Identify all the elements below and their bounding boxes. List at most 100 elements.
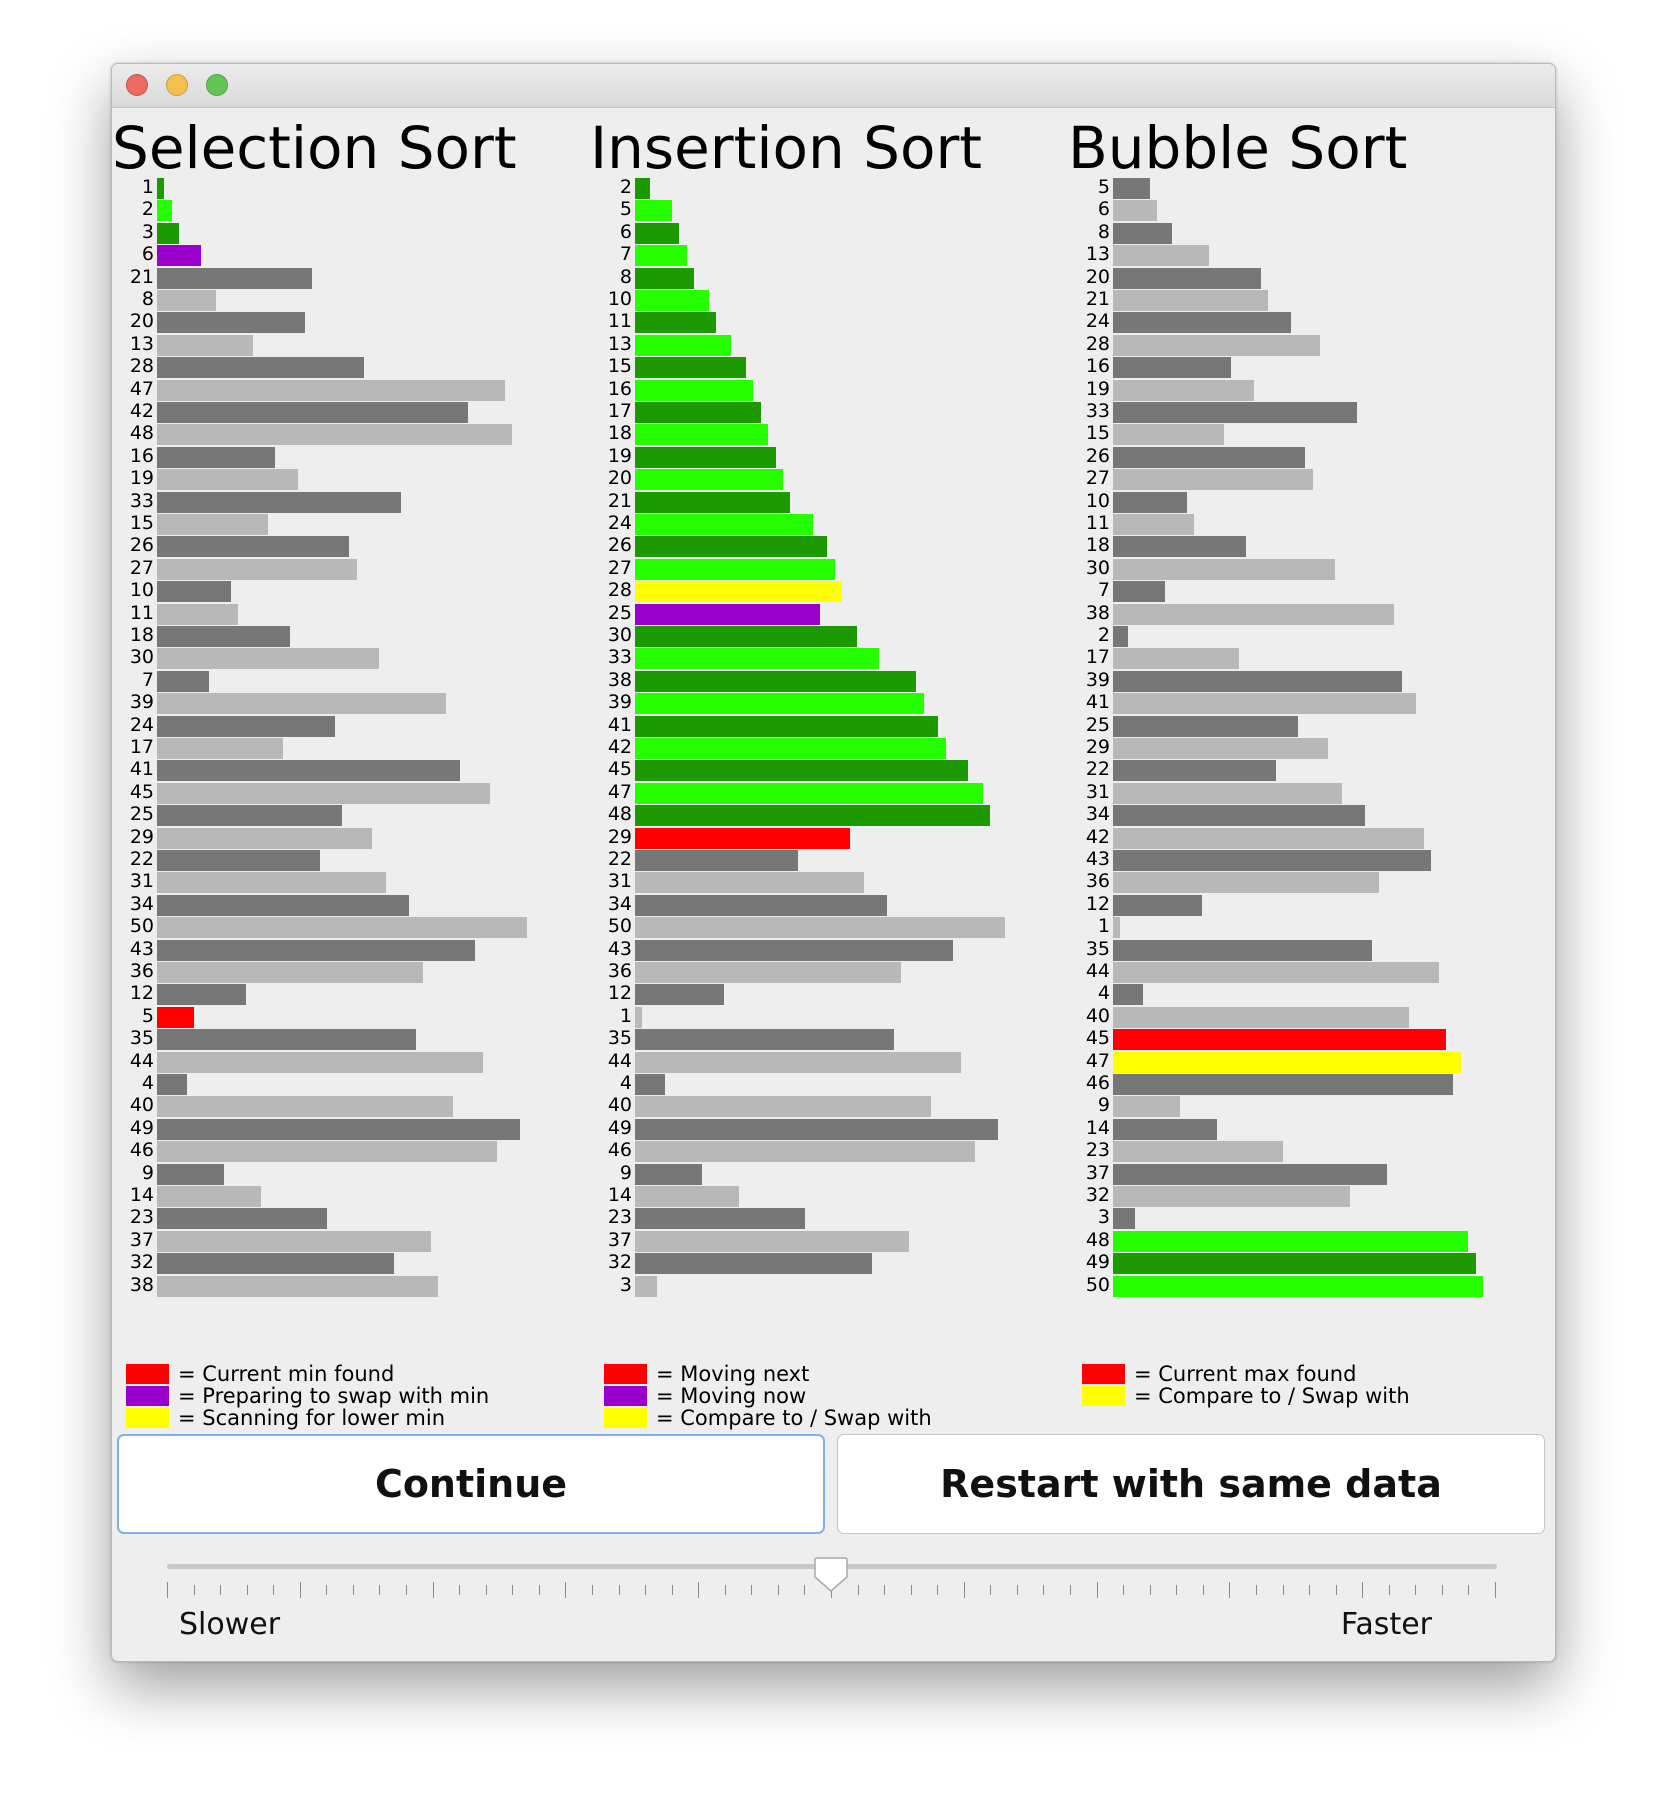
continue-button[interactable]: Continue <box>117 1434 825 1534</box>
slider-tick <box>964 1582 965 1598</box>
slider-tick <box>459 1585 460 1595</box>
bar <box>157 357 365 379</box>
row-label: 23 <box>1085 1139 1110 1162</box>
bar <box>1113 222 1173 244</box>
bar <box>1113 603 1395 625</box>
bar <box>1113 715 1298 737</box>
row-label: 41 <box>607 713 632 736</box>
insertion-sort-panel: Insertion Sort 2 5 6 7 8 10 11 13 15 16 17 18 19 20 21… <box>590 108 1070 1463</box>
bar <box>635 603 820 625</box>
app-window: Selection Sort 1 2 3 6 21 8 20 13 28 47 42 48 16 19 33… <box>111 63 1556 1662</box>
row-label: 34 <box>129 892 154 915</box>
close-window-icon[interactable] <box>126 74 148 96</box>
row-label: 9 <box>141 1161 154 1184</box>
bar <box>157 514 268 535</box>
row-label: 15 <box>129 512 154 534</box>
bar <box>1113 760 1276 782</box>
bar <box>635 872 865 894</box>
zoom-window-icon[interactable] <box>206 74 228 96</box>
row-label: 5 <box>1097 176 1110 198</box>
speed-slider[interactable]: Slower Faster <box>167 1557 1502 1642</box>
legend-item: = Current min found <box>126 1363 566 1385</box>
slider-tick <box>1017 1585 1018 1595</box>
bar <box>157 760 461 782</box>
bar <box>1113 917 1121 939</box>
row-label: 26 <box>129 534 154 557</box>
row-label: 32 <box>1085 1184 1110 1206</box>
bar <box>1113 424 1224 446</box>
bar <box>635 491 791 513</box>
bar <box>1113 200 1158 222</box>
row-label: 32 <box>129 1251 154 1274</box>
bar <box>635 178 650 199</box>
row-label: 14 <box>607 1184 632 1206</box>
bar <box>1113 827 1424 849</box>
row-label: 43 <box>1085 848 1110 870</box>
selection-sort-panel: Selection Sort 1 2 3 6 21 8 20 13 28 47 42 48 16 19 33… <box>112 108 592 1463</box>
bar <box>157 984 246 1006</box>
row-label: 30 <box>129 646 154 669</box>
bar <box>1113 850 1432 871</box>
bar <box>635 984 724 1006</box>
legend-swatch <box>604 1386 647 1406</box>
row-label: 28 <box>129 355 154 378</box>
bar <box>1113 1096 1180 1118</box>
restart-button[interactable]: Restart with same data <box>837 1434 1545 1534</box>
slider-tick <box>1097 1582 1098 1598</box>
slider-tick <box>778 1585 779 1595</box>
legend: = Current min found = Preparing to swap w… <box>126 1363 566 1429</box>
row-label: 12 <box>607 982 632 1005</box>
bar <box>635 894 887 916</box>
row-label: 6 <box>619 220 632 243</box>
legend-item: = Current max found <box>1082 1363 1522 1385</box>
row-label: 2 <box>619 176 632 198</box>
bar <box>157 424 513 446</box>
bar <box>1113 290 1269 311</box>
slider-tick <box>1256 1585 1257 1595</box>
faster-label: Faster <box>1340 1607 1432 1642</box>
bar <box>1113 939 1372 961</box>
bar <box>1113 962 1439 983</box>
legend-item: = Scanning for lower min <box>126 1407 566 1429</box>
row-label: 36 <box>607 960 632 982</box>
slider-tick <box>1389 1585 1390 1595</box>
bar <box>635 715 939 737</box>
row-label: 40 <box>607 1094 632 1117</box>
row-label: 21 <box>129 265 154 288</box>
row-label: 21 <box>1085 288 1110 310</box>
bar <box>635 962 902 983</box>
bar <box>1113 178 1150 199</box>
row-label: 25 <box>129 803 154 826</box>
row-label: 7 <box>619 243 632 266</box>
bar <box>1113 491 1187 513</box>
bar <box>157 1141 498 1163</box>
row-label: 24 <box>1085 310 1110 333</box>
title-bar[interactable] <box>112 64 1555 108</box>
bar <box>1113 1006 1409 1028</box>
row-label: 26 <box>1085 444 1110 467</box>
bar <box>1113 402 1358 423</box>
bar <box>1113 245 1210 267</box>
row-label: 33 <box>1085 400 1110 422</box>
slider-tick <box>698 1582 699 1598</box>
minimize-window-icon[interactable] <box>166 74 188 96</box>
bar <box>635 469 783 491</box>
row-label: 6 <box>141 243 154 266</box>
bar <box>157 1096 453 1118</box>
row-label: 47 <box>607 780 632 803</box>
bar <box>635 917 1005 939</box>
slider-knob[interactable] <box>814 1557 848 1593</box>
bar <box>157 738 283 759</box>
row-label: 35 <box>129 1027 154 1050</box>
bar <box>635 760 968 782</box>
row-label: 22 <box>607 848 632 870</box>
row-label: 42 <box>1085 825 1110 848</box>
bar <box>157 827 372 849</box>
bar-chart: 1 2 3 6 21 8 20 13 28 47 42 48 16 19 33 15 26 27 10 11 18 30 7… <box>112 108 592 1463</box>
bar <box>157 491 402 513</box>
row-label: 45 <box>129 780 154 803</box>
row-label: 38 <box>607 668 632 691</box>
bar <box>157 693 446 715</box>
bar <box>635 1208 806 1230</box>
bar <box>1113 357 1232 379</box>
